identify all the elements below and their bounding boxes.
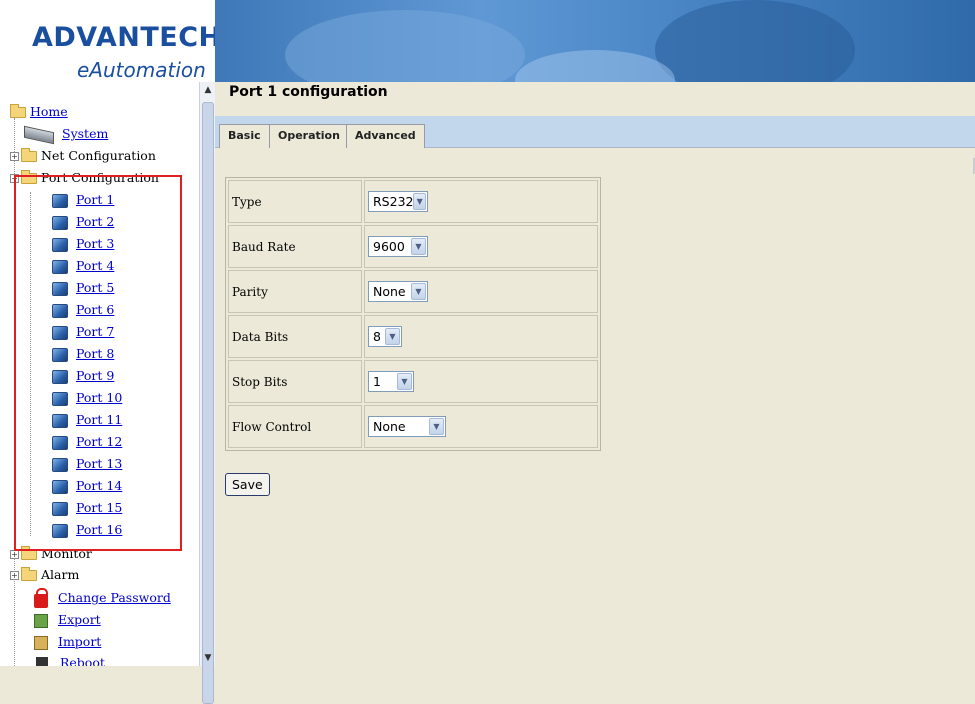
stop-bits-label: Stop Bits	[228, 360, 362, 403]
tree-item-home[interactable]: Home	[10, 102, 68, 122]
expand-icon[interactable]: +	[10, 571, 19, 580]
reboot-link[interactable]: Reboot	[60, 655, 105, 666]
reboot-icon	[36, 656, 48, 666]
system-icon	[24, 125, 54, 144]
data-bits-cell: 8 ▼	[364, 315, 598, 358]
export-link[interactable]: Export	[58, 612, 101, 627]
tree-item-import[interactable]: Import	[34, 632, 101, 652]
baud-rate-label: Baud Rate	[228, 225, 362, 268]
chevron-down-icon[interactable]: ▼	[429, 418, 444, 435]
baud-rate-cell: 9600 ▼	[364, 225, 598, 268]
import-link[interactable]: Import	[58, 634, 101, 649]
chevron-down-icon[interactable]: ▼	[385, 328, 400, 345]
chevron-down-icon[interactable]: ▼	[411, 283, 426, 300]
table-row: Stop Bits 1 ▼	[228, 360, 598, 403]
navigation-frame: ADVANTECH eAutomation Home System + Net C…	[0, 0, 221, 704]
tab-basic[interactable]: Basic	[219, 124, 270, 148]
stop-bits-select[interactable]: 1 ▼	[368, 371, 414, 392]
chevron-down-icon[interactable]: ▼	[411, 238, 426, 255]
page-title-bar: Port 1 configuration	[215, 82, 975, 116]
folder-icon	[21, 567, 37, 581]
scrollbar-thumb[interactable]	[202, 102, 214, 704]
scroll-down-arrow-icon[interactable]: ▼	[202, 652, 214, 664]
flow-control-value: None	[373, 419, 406, 434]
type-value: RS232	[373, 194, 414, 209]
brand-subtitle: eAutomation	[77, 58, 206, 82]
tree-item-net-configuration[interactable]: + Net Configuration	[10, 146, 156, 166]
table-row: Parity None ▼	[228, 270, 598, 313]
export-icon	[34, 613, 48, 628]
expand-icon[interactable]: +	[10, 152, 19, 161]
alarm-label: Alarm	[41, 567, 80, 582]
folder-open-icon	[10, 104, 26, 118]
tree-item-system[interactable]: System	[24, 124, 108, 144]
change-password-link[interactable]: Change Password	[58, 590, 171, 605]
banner-decoration	[655, 0, 855, 82]
flow-control-label: Flow Control	[228, 405, 362, 448]
expand-icon[interactable]: +	[10, 550, 19, 559]
parity-value: None	[373, 284, 406, 299]
port-config-table: Type RS232 ▼ Baud Rate 9600 ▼ Parity None ▼…	[225, 177, 601, 451]
banner-decoration	[515, 50, 675, 82]
lock-icon	[34, 587, 48, 608]
page-title: Port 1 configuration	[229, 84, 388, 100]
tab-operation[interactable]: Operation	[269, 124, 349, 148]
brand-logo-text: ADVANTECH	[32, 22, 222, 53]
data-bits-value: 8	[373, 329, 381, 344]
banner-decoration	[285, 10, 525, 82]
main-content: Type RS232 ▼ Baud Rate 9600 ▼ Parity None ▼…	[215, 148, 975, 666]
net-configuration-label: Net Configuration	[41, 148, 156, 163]
flow-control-select[interactable]: None ▼	[368, 416, 446, 437]
system-link[interactable]: System	[62, 126, 108, 141]
table-row: Type RS232 ▼	[228, 180, 598, 223]
data-bits-label: Data Bits	[228, 315, 362, 358]
type-cell: RS232 ▼	[364, 180, 598, 223]
tab-advanced[interactable]: Advanced	[346, 124, 425, 148]
baud-rate-value: 9600	[373, 239, 405, 254]
data-bits-select[interactable]: 8 ▼	[368, 326, 402, 347]
header-banner	[215, 0, 975, 82]
navigation-scrollbar[interactable]: ▲ ▼	[199, 82, 215, 704]
tree-item-change-password[interactable]: Change Password	[34, 587, 171, 608]
table-row: Baud Rate 9600 ▼	[228, 225, 598, 268]
tab-bar: Basic Operation Advanced	[215, 116, 975, 148]
parity-select[interactable]: None ▼	[368, 281, 428, 302]
import-icon	[34, 635, 48, 650]
stop-bits-cell: 1 ▼	[364, 360, 598, 403]
port-list-highlight-box	[14, 175, 182, 551]
parity-label: Parity	[228, 270, 362, 313]
tree-item-alarm[interactable]: + Alarm	[10, 565, 79, 585]
stop-bits-value: 1	[373, 374, 381, 389]
table-row: Flow Control None ▼	[228, 405, 598, 448]
chevron-down-icon[interactable]: ▼	[413, 193, 426, 210]
scroll-up-arrow-icon[interactable]: ▲	[202, 84, 214, 96]
table-row: Data Bits 8 ▼	[228, 315, 598, 358]
save-button[interactable]: Save	[225, 473, 270, 496]
chevron-down-icon[interactable]: ▼	[397, 373, 412, 390]
type-select[interactable]: RS232 ▼	[368, 191, 428, 212]
tree-item-export[interactable]: Export	[34, 610, 101, 630]
folder-icon	[21, 148, 37, 162]
type-label: Type	[228, 180, 362, 223]
parity-cell: None ▼	[364, 270, 598, 313]
baud-rate-select[interactable]: 9600 ▼	[368, 236, 428, 257]
home-link[interactable]: Home	[30, 104, 68, 119]
tree-item-reboot[interactable]: Reboot	[36, 653, 105, 666]
logo: ADVANTECH eAutomation	[0, 0, 221, 82]
flow-control-cell: None ▼	[364, 405, 598, 448]
